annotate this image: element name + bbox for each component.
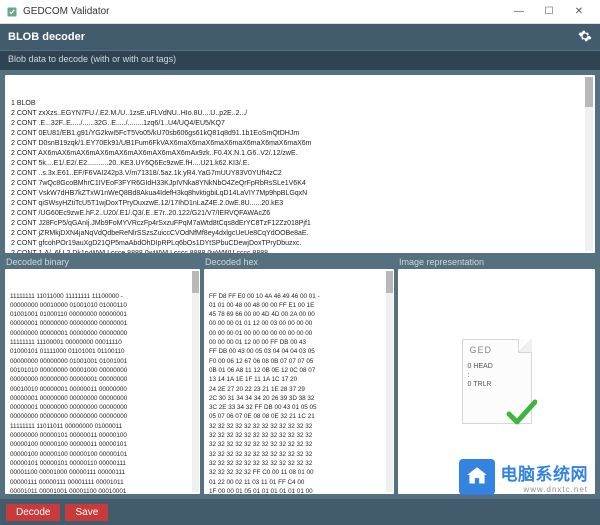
- save-button[interactable]: Save: [65, 504, 108, 521]
- window-title: GEDCOM Validator: [23, 6, 504, 17]
- ged-line-head: 0 HEAD: [468, 363, 526, 370]
- image-representation-label: Image representation: [398, 257, 595, 267]
- ged-file-icon: GED 0 HEAD : 0 TRLR: [462, 339, 532, 424]
- scrollbar[interactable]: [192, 271, 199, 492]
- blob-input-panel[interactable]: 1 BLOB 2 CONT zxXzs..EGYN7FU./.E2.M./U..…: [5, 75, 595, 253]
- scrollbar[interactable]: [386, 271, 393, 492]
- ged-dots: :: [468, 372, 526, 379]
- decoded-hex-label: Decoded hex: [204, 257, 394, 267]
- window-controls: — ☐ ✕: [504, 2, 594, 22]
- close-button[interactable]: ✕: [564, 2, 594, 22]
- settings-gear-icon[interactable]: [578, 29, 592, 46]
- scrollbar-thumb[interactable]: [192, 271, 199, 293]
- checkmark-icon: [505, 396, 537, 428]
- app-icon: [6, 6, 18, 18]
- scrollbar[interactable]: [585, 77, 593, 251]
- panel-title: BLOB decoder: [8, 31, 85, 43]
- image-representation-panel: GED 0 HEAD : 0 TRLR: [398, 269, 595, 494]
- panel-header: BLOB decoder: [0, 24, 600, 50]
- window-titlebar: GEDCOM Validator — ☐ ✕: [0, 0, 600, 24]
- blob-input-label: Blob data to decode (with or with out ta…: [0, 50, 600, 70]
- footer-bar: Decode Save: [0, 499, 600, 525]
- scrollbar-thumb[interactable]: [585, 77, 593, 107]
- decoded-hex-panel[interactable]: FF D8 FF E0 00 10 4A 46 49 46 00 01 - 01…: [204, 269, 394, 494]
- maximize-button[interactable]: ☐: [534, 2, 564, 22]
- decoded-binary-label: Decoded binary: [5, 257, 200, 267]
- scrollbar-thumb[interactable]: [386, 271, 393, 293]
- ged-line-trlr: 0 TRLR: [468, 381, 526, 388]
- minimize-button[interactable]: —: [504, 2, 534, 22]
- decoded-binary-panel[interactable]: 11111111 11011000 11111111 11100000 - 00…: [5, 269, 200, 494]
- decode-button[interactable]: Decode: [6, 504, 60, 521]
